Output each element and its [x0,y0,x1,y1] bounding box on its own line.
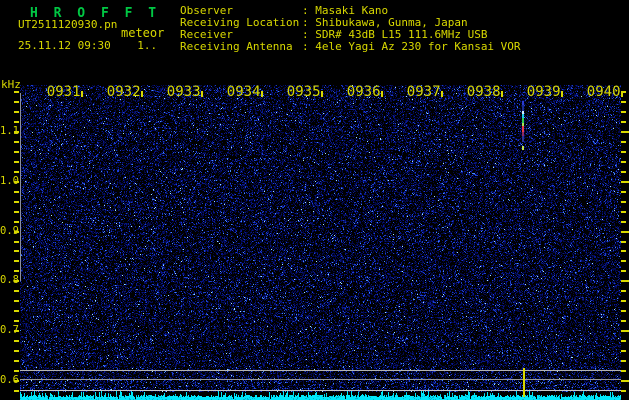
freq-tick-left [14,270,19,273]
time-tick-label: 0940 [586,84,621,100]
station-info-table: Observer: Masaki Kano Receiving Location:… [180,5,521,53]
plot-left-border-line [20,93,21,281]
freq-tick-right [621,141,626,144]
freq-tick-left [14,220,19,223]
reference-line [20,379,621,380]
time-tick-label: 0934 [226,84,261,100]
freq-tick-right [621,270,626,273]
freq-tick-right [621,230,629,233]
freq-tick-right [621,161,626,164]
freq-tick-right [621,260,626,263]
freq-tick-left [14,101,19,104]
freq-tick-left [14,280,19,283]
time-tick-label: 0932 [106,84,141,100]
freq-tick-left [14,180,19,183]
info-value: 4ele Yagi Az 230 for Kansai VOR [315,40,521,53]
minute-tick-mark [260,91,263,97]
freq-tick-right [621,330,629,332]
freq-tick-right [621,280,629,283]
freq-tick-left [14,190,19,193]
freq-tick-left [14,240,19,243]
filename-overlay-label: meteor [121,26,165,40]
freq-tick-right [621,300,626,303]
observation-datetime: 25.11.12 09:30 1.. [18,39,158,52]
freq-tick-left [14,151,19,154]
minute-tick-mark [140,91,143,97]
freq-tick-right [621,210,626,213]
freq-tick-right [621,200,626,203]
freq-tick-right [621,379,629,382]
freq-tick-right [621,111,626,114]
info-separator: : [302,40,316,53]
freq-tick-right [621,250,626,253]
freq-tick-left [14,141,19,144]
freq-tick-left [14,359,19,362]
meteor-event-marker-line [523,368,525,397]
freq-tick-left [14,200,19,203]
freq-tick-right [621,310,626,313]
freq-tick-right [621,359,626,362]
freq-tick-left [14,339,19,342]
station-info-row: Receiving Antenna: 4ele Yagi Az 230 for … [180,41,521,53]
minute-tick-mark [200,91,203,97]
freq-tick-right [621,240,626,243]
time-tick-label: 0931 [46,84,81,100]
minute-tick-mark [500,91,503,97]
freq-tick-left [14,161,19,164]
freq-tick-right [621,290,626,293]
freq-tick-left [14,300,19,303]
time-tick-label: 0939 [526,84,561,100]
info-label: Receiving Antenna [180,40,293,53]
freq-tick-right [621,121,626,124]
freq-tick-left [14,111,19,114]
meteor-echo-segment [522,136,524,142]
freq-tick-right [621,339,626,342]
output-filename: UT2511120930.pn [18,18,118,31]
freq-tick-right [621,320,626,323]
freq-tick-left [14,210,19,213]
freq-tick-right [621,349,626,352]
time-tick-label: 0935 [286,84,321,100]
freq-tick-left [14,131,19,134]
freq-tick-left [14,250,19,253]
minute-tick-mark [560,91,563,97]
freq-tick-left [14,310,19,313]
freq-tick-right [621,101,626,104]
minute-tick-mark [320,91,323,97]
time-tick-label: 0938 [466,84,501,100]
reference-line [20,390,621,391]
freq-tick-left [14,349,19,352]
time-tick-label: 0937 [406,84,441,100]
freq-tick-right [621,220,626,223]
freq-tick-left [14,290,19,293]
minute-tick-mark [380,91,383,97]
freq-tick-right [621,151,626,154]
freq-tick-left [14,170,19,173]
freq-tick-right [621,389,626,392]
freq-tick-right [621,369,626,372]
freq-tick-left [14,320,19,323]
freq-axis-unit-label: kHz [1,78,21,91]
freq-tick-right [621,180,629,183]
freq-tick-right [621,170,626,173]
freq-tick-left [14,91,19,94]
freq-tick-right [621,131,629,134]
freq-tick-left [14,369,19,372]
time-tick-label: 0933 [166,84,201,100]
freq-tick-left [14,260,19,263]
freq-tick-left [14,230,19,233]
spectrogram-noise-canvas [20,85,621,400]
freq-tick-right [621,190,626,193]
freq-tick-left [14,379,19,382]
freq-tick-left [14,389,19,392]
meteor-echo-segment [522,146,524,150]
freq-tick-right [621,91,626,94]
hrofft-spectrogram-screen: H R O F F T UT2511120930.pn meteor 25.11… [0,0,629,400]
freq-tick-left [14,121,19,124]
minute-tick-mark [80,91,83,97]
minute-tick-mark [440,91,443,97]
time-tick-label: 0936 [346,84,381,100]
reference-line [20,370,621,371]
freq-tick-left [14,330,19,332]
